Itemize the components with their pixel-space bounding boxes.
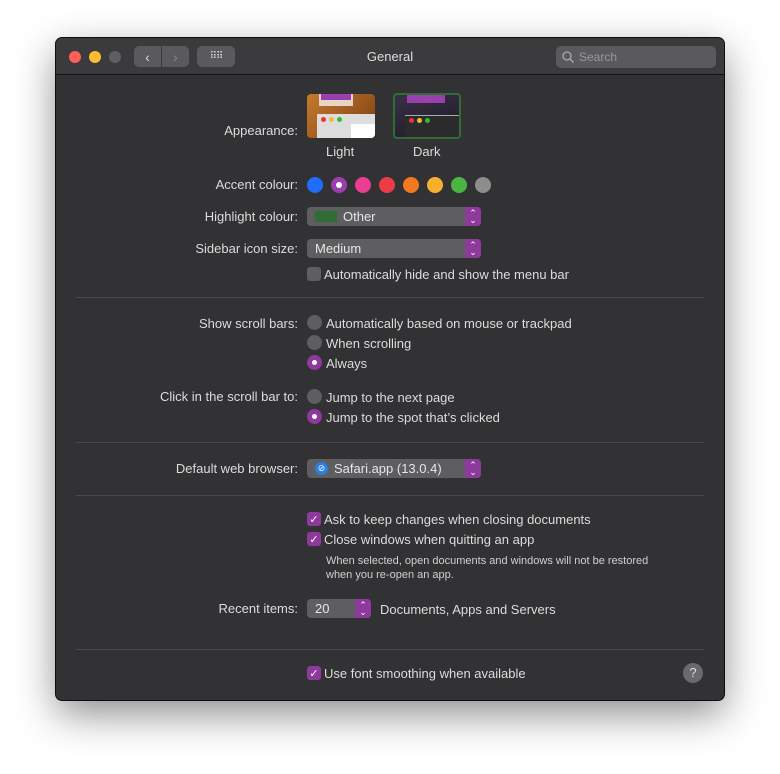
up-down-arrows-icon: ⌃ ⌄ — [465, 207, 481, 226]
scroll-bars-always-radio[interactable] — [307, 355, 322, 370]
checkmark-icon: ✓ — [309, 667, 319, 680]
checkmark-icon: ✓ — [309, 533, 319, 546]
jump-next-page-radio[interactable] — [307, 389, 322, 404]
search-placeholder: Search — [579, 50, 618, 64]
accent-colour-swatch[interactable] — [331, 177, 347, 193]
close-windows-checkbox[interactable]: ✓ — [307, 532, 321, 546]
appearance-label: Appearance: — [224, 123, 298, 138]
jump-spot-radio[interactable] — [307, 409, 322, 424]
click-scroll-bar-label: Click in the scroll bar to: — [160, 389, 298, 404]
accent-colour-swatch[interactable] — [427, 177, 443, 193]
scroll-bars-scrolling-label: When scrolling — [326, 336, 412, 351]
divider — [76, 297, 704, 298]
accent-colour-swatch[interactable] — [403, 177, 419, 193]
accent-colour-swatch[interactable] — [475, 177, 491, 193]
close-windows-label: Close windows when quitting an app — [324, 532, 535, 547]
accent-colour-swatch[interactable] — [379, 177, 395, 193]
up-down-arrows-icon[interactable]: ⌃ ⌄ — [355, 599, 371, 618]
checkmark-icon: ✓ — [309, 513, 319, 526]
safari-compass-icon: ⊘ — [315, 462, 328, 475]
divider — [76, 649, 704, 650]
general-preferences-window: ‹ › ⠿⠿ General Search Appearance: Light … — [56, 38, 724, 700]
font-smoothing-checkbox[interactable]: ✓ — [307, 666, 321, 680]
recent-items-label: Recent items: — [218, 601, 298, 616]
sidebar-icon-size-popup[interactable]: Medium ⌃ ⌄ — [307, 239, 481, 258]
help-button[interactable]: ? — [683, 663, 703, 683]
search-icon — [562, 51, 574, 63]
auto-hide-menubar-label: Automatically hide and show the menu bar — [324, 267, 569, 282]
divider — [76, 442, 704, 443]
font-smoothing-label: Use font smoothing when available — [324, 666, 526, 681]
scroll-bars-auto-label: Automatically based on mouse or trackpad — [326, 316, 572, 331]
scroll-bars-auto-radio[interactable] — [307, 315, 322, 330]
jump-spot-label: Jump to the spot that’s clicked — [326, 410, 500, 425]
recent-items-value: 20 — [315, 601, 330, 616]
recent-items-stepper[interactable]: 20 ⌃ ⌄ — [307, 599, 371, 618]
highlight-colour-popup[interactable]: Other ⌃ ⌄ — [307, 207, 481, 226]
up-down-arrows-icon: ⌃ ⌄ — [465, 239, 481, 258]
appearance-light-option[interactable] — [307, 94, 375, 138]
ask-keep-changes-label: Ask to keep changes when closing documen… — [324, 512, 591, 527]
sidebar-icon-size-label: Sidebar icon size: — [195, 241, 298, 256]
sidebar-icon-size-value: Medium — [315, 241, 362, 256]
jump-next-page-label: Jump to the next page — [326, 390, 455, 405]
search-input[interactable]: Search — [556, 46, 716, 68]
highlight-value: Other — [343, 209, 376, 224]
divider — [76, 495, 704, 496]
appearance-dark-option[interactable] — [393, 93, 461, 139]
scroll-bars-scrolling-radio[interactable] — [307, 335, 322, 350]
accent-colour-swatch[interactable] — [355, 177, 371, 193]
close-windows-note-line1: When selected, open documents and window… — [326, 555, 649, 567]
highlight-colour-label: Highlight colour: — [204, 209, 298, 224]
accent-colour-label: Accent colour: — [215, 177, 298, 192]
up-down-arrows-icon: ⌃ ⌄ — [465, 459, 481, 478]
ask-keep-changes-checkbox[interactable]: ✓ — [307, 512, 321, 526]
recent-items-suffix: Documents, Apps and Servers — [380, 602, 556, 617]
default-browser-popup[interactable]: ⊘ Safari.app (13.0.4) ⌃ ⌄ — [307, 459, 481, 478]
auto-hide-menubar-checkbox[interactable] — [307, 267, 321, 281]
appearance-dark-label: Dark — [413, 144, 441, 159]
accent-colour-swatch[interactable] — [451, 177, 467, 193]
show-scroll-bars-label: Show scroll bars: — [199, 316, 298, 331]
highlight-swatch — [315, 211, 337, 222]
title-bar: ‹ › ⠿⠿ General Search — [56, 38, 724, 75]
default-browser-value: Safari.app (13.0.4) — [334, 461, 442, 476]
close-windows-note-line2: when you re-open an app. — [326, 569, 454, 581]
default-browser-label: Default web browser: — [175, 461, 298, 476]
accent-colour-swatch[interactable] — [307, 177, 323, 193]
appearance-light-label: Light — [326, 144, 355, 159]
scroll-bars-always-label: Always — [326, 356, 368, 371]
